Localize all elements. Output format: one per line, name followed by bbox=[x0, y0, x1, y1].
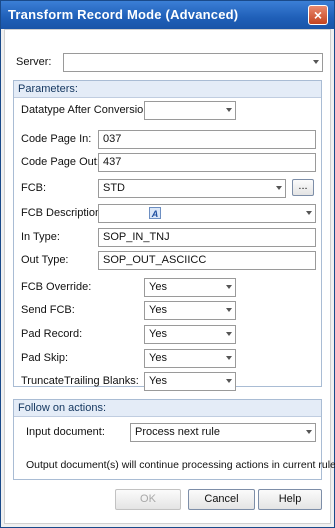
code-page-in-field[interactable]: 037 bbox=[98, 130, 316, 149]
cancel-button[interactable]: Cancel bbox=[188, 489, 255, 510]
input-document-label: Input document: bbox=[26, 426, 105, 438]
send-fcb-label: Send FCB: bbox=[21, 304, 75, 316]
chevron-down-icon bbox=[226, 332, 232, 336]
input-document-dropdown[interactable]: Process next rule bbox=[130, 423, 316, 442]
chevron-down-icon bbox=[226, 308, 232, 312]
truncate-trailing-blanks-label: TruncateTrailing Blanks: bbox=[21, 375, 139, 387]
fcb-value: STD bbox=[103, 182, 125, 194]
chevron-down-icon bbox=[226, 356, 232, 360]
window-title: Transform Record Mode (Advanced) bbox=[8, 7, 239, 22]
fcb-override-value: Yes bbox=[149, 281, 167, 293]
datatype-dropdown[interactable] bbox=[144, 101, 236, 120]
chevron-down-icon bbox=[306, 211, 312, 215]
server-label: Server: bbox=[16, 56, 52, 68]
fcb-label: FCB: bbox=[21, 182, 47, 194]
help-button[interactable]: Help bbox=[258, 489, 322, 510]
chevron-down-icon bbox=[226, 285, 232, 289]
truncate-trailing-blanks-value: Yes bbox=[149, 375, 167, 387]
code-page-out-field[interactable]: 437 bbox=[98, 153, 316, 172]
server-dropdown[interactable] bbox=[63, 53, 323, 72]
in-type-field[interactable]: SOP_IN_TNJ bbox=[98, 228, 316, 247]
input-document-value: Process next rule bbox=[135, 426, 220, 438]
parameters-section: Parameters: Datatype After Conversion: C… bbox=[13, 80, 322, 391]
follow-on-actions-section: Follow on actions: Input document: Proce… bbox=[13, 399, 335, 480]
chevron-down-icon bbox=[313, 60, 319, 64]
code-page-out-label: Code Page Out: bbox=[21, 156, 100, 168]
pad-record-value: Yes bbox=[149, 328, 167, 340]
truncate-trailing-blanks-dropdown[interactable]: Yes bbox=[144, 372, 236, 391]
pad-record-dropdown[interactable]: Yes bbox=[144, 325, 236, 344]
dialog-body: Server: Parameters: Datatype After Conve… bbox=[4, 29, 335, 524]
follow-on-info-text: Output document(s) will continue process… bbox=[26, 459, 335, 471]
pad-skip-dropdown[interactable]: Yes bbox=[144, 349, 236, 368]
datatype-label: Datatype After Conversion: bbox=[21, 104, 153, 116]
fcb-dropdown[interactable]: STD bbox=[98, 179, 286, 198]
close-button[interactable]: × bbox=[308, 5, 328, 25]
pad-record-label: Pad Record: bbox=[21, 328, 83, 340]
out-type-label: Out Type: bbox=[21, 254, 69, 266]
fcb-description-dropdown[interactable]: A bbox=[98, 204, 316, 223]
chevron-down-icon bbox=[306, 430, 312, 434]
chevron-down-icon bbox=[276, 186, 282, 190]
pad-skip-value: Yes bbox=[149, 352, 167, 364]
send-fcb-dropdown[interactable]: Yes bbox=[144, 301, 236, 320]
fcb-description-label: FCB Description: bbox=[21, 207, 105, 219]
in-type-label: In Type: bbox=[21, 231, 60, 243]
dialog-window: Transform Record Mode (Advanced) × Serve… bbox=[0, 0, 335, 528]
follow-on-actions-heading: Follow on actions: bbox=[14, 400, 321, 417]
fcb-override-dropdown[interactable]: Yes bbox=[144, 278, 236, 297]
chevron-down-icon bbox=[226, 379, 232, 383]
fcb-browse-button[interactable]: ... bbox=[292, 179, 314, 196]
code-page-in-label: Code Page In: bbox=[21, 133, 92, 145]
ok-button[interactable]: OK bbox=[115, 489, 181, 510]
fcb-override-label: FCB Override: bbox=[21, 281, 92, 293]
title-bar[interactable]: Transform Record Mode (Advanced) × bbox=[1, 1, 334, 29]
pad-skip-label: Pad Skip: bbox=[21, 352, 69, 364]
out-type-field[interactable]: SOP_OUT_ASCIICC bbox=[98, 251, 316, 270]
chevron-down-icon bbox=[226, 108, 232, 112]
parameters-heading: Parameters: bbox=[14, 81, 321, 98]
send-fcb-value: Yes bbox=[149, 304, 167, 316]
text-format-icon: A bbox=[149, 207, 161, 219]
